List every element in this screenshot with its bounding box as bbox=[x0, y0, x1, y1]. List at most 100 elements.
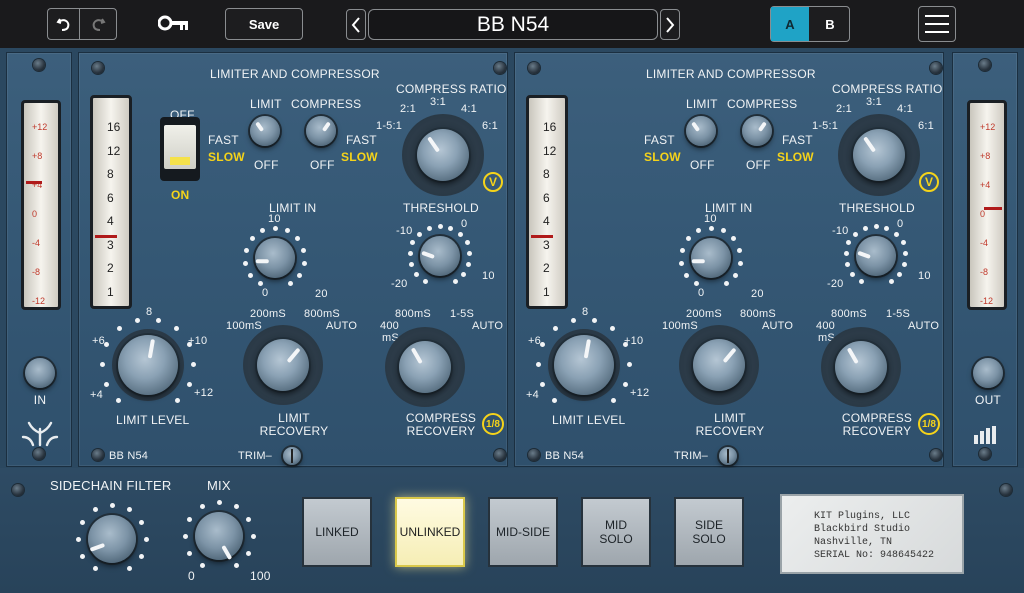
channel_right-compress-ratio-knob[interactable] bbox=[853, 129, 905, 181]
threshold-dot bbox=[457, 231, 463, 237]
screw-icon bbox=[528, 449, 540, 461]
fast-label: FAST bbox=[208, 133, 239, 147]
limit-in-tick: 10 bbox=[268, 213, 281, 225]
channel_right-compress-recovery-knob[interactable] bbox=[835, 341, 887, 393]
channel_left-compress-recovery-knob[interactable] bbox=[399, 341, 451, 393]
threshold-tick: 0 bbox=[897, 218, 904, 230]
input-meter-needle bbox=[26, 181, 42, 184]
channel_left-compress-ratio-knob[interactable] bbox=[417, 129, 469, 181]
ratio-tick: 6:1 bbox=[482, 120, 498, 132]
mode-linked-button[interactable]: LINKED bbox=[302, 497, 372, 567]
channel_right-limit-attack-knob[interactable] bbox=[686, 116, 716, 146]
limit-level-label: LIMIT LEVEL bbox=[552, 413, 626, 427]
screw-icon bbox=[92, 62, 104, 74]
channel_left-compress-attack-knob[interactable] bbox=[306, 116, 336, 146]
compress-recovery-tick: 1-5S bbox=[450, 308, 475, 320]
threshold-dot bbox=[893, 231, 899, 237]
key-icon[interactable] bbox=[157, 15, 190, 36]
mode-unlinked-button[interactable]: UNLINKED bbox=[395, 497, 465, 567]
channel_right-trim-knob[interactable] bbox=[719, 447, 737, 465]
knob-scale-dot bbox=[138, 553, 144, 559]
menu-button[interactable] bbox=[918, 6, 956, 42]
limit-level-dot bbox=[103, 381, 109, 387]
compress-recovery-tick: 400 bbox=[380, 320, 399, 332]
limit-level-label: LIMIT LEVEL bbox=[116, 413, 190, 427]
slow-label: SLOW bbox=[777, 150, 814, 164]
fraction-badge: 1/8 bbox=[918, 413, 940, 435]
limit-recovery-tick: 100mS bbox=[662, 320, 698, 332]
limit-level-tick: +6 bbox=[528, 335, 541, 347]
v-badge: V bbox=[483, 172, 503, 192]
mix-knob[interactable] bbox=[195, 512, 243, 560]
ratio-tick: 1-5:1 bbox=[376, 120, 403, 132]
output-vu-meter: +12 +8 +4 0 -4 -8 -12 bbox=[967, 100, 1007, 310]
limit-in-dot bbox=[249, 236, 255, 242]
output-gain-knob[interactable] bbox=[973, 358, 1003, 388]
screw-icon bbox=[930, 62, 942, 74]
fraction-badge: 1/8 bbox=[482, 413, 504, 435]
prev-preset-button[interactable] bbox=[346, 9, 366, 40]
redo-button[interactable] bbox=[79, 8, 117, 40]
next-preset-button[interactable] bbox=[660, 9, 680, 40]
a-button[interactable]: A bbox=[771, 7, 809, 41]
knob-scale-dot bbox=[245, 550, 251, 556]
threshold-tick: -20 bbox=[391, 278, 408, 290]
channel_right-threshold-knob[interactable] bbox=[856, 236, 896, 276]
limit-in-dot bbox=[685, 236, 691, 242]
threshold-dot bbox=[407, 251, 413, 257]
ratio-tick: 2:1 bbox=[836, 103, 852, 115]
trim-label: TRIM– bbox=[238, 450, 272, 462]
b-button[interactable]: B bbox=[811, 7, 849, 41]
fast-label: FAST bbox=[644, 133, 675, 147]
knob-scale-dot bbox=[187, 550, 193, 556]
limit-level-dot bbox=[539, 381, 545, 387]
mix-label: MIX bbox=[207, 478, 231, 493]
undo-icon bbox=[55, 18, 69, 31]
channel_left-limit-in-knob[interactable] bbox=[255, 238, 295, 278]
compress-recovery-label: COMPRESS RECOVERY bbox=[841, 411, 913, 438]
preset-name-display[interactable]: BB N54 bbox=[368, 9, 658, 40]
mode-mid-side-button[interactable]: MID-SIDE bbox=[488, 497, 558, 567]
save-button[interactable]: Save bbox=[225, 8, 303, 40]
channel_left-trim-knob[interactable] bbox=[283, 447, 301, 465]
channel_left-limit-attack-knob[interactable] bbox=[250, 116, 280, 146]
limit-recovery-tick: 800mS bbox=[304, 308, 340, 320]
screw-icon bbox=[979, 59, 991, 71]
sidechain-filter-knob[interactable] bbox=[88, 515, 136, 563]
channel_left-limit-level-knob[interactable] bbox=[118, 335, 178, 395]
screw-icon bbox=[494, 449, 506, 461]
model-label: BB N54 bbox=[109, 450, 149, 462]
knob-scale-dot bbox=[182, 533, 188, 539]
off-label: OFF bbox=[310, 158, 335, 172]
serial-plate: KIT Plugins, LLC Blackbird Studio Nashvi… bbox=[780, 494, 964, 574]
toggle-on-label: ON bbox=[171, 188, 190, 202]
limit-in-tick: 20 bbox=[751, 288, 764, 300]
mode-side-solo-button[interactable]: SIDE SOLO bbox=[674, 497, 744, 567]
mode-mid-solo-button[interactable]: MID SOLO bbox=[581, 497, 651, 567]
ratio-tick: 4:1 bbox=[461, 103, 477, 115]
channel_left-limit-recovery-knob[interactable] bbox=[257, 339, 309, 391]
channel_left-power-toggle[interactable] bbox=[160, 117, 200, 181]
limit-in-dot bbox=[243, 247, 249, 253]
limit-level-tick: +12 bbox=[630, 387, 650, 399]
threshold-tick: -10 bbox=[396, 225, 413, 237]
redo-icon bbox=[92, 18, 106, 31]
output-meter-scale: +12 +8 +4 0 -4 -8 -12 bbox=[980, 122, 996, 306]
limit-in-dot bbox=[679, 247, 685, 253]
channel_left-threshold-knob[interactable] bbox=[420, 236, 460, 276]
channel_right-compress-attack-knob[interactable] bbox=[742, 116, 772, 146]
channel_right-limit-recovery-knob[interactable] bbox=[693, 339, 745, 391]
threshold-tick: 0 bbox=[461, 218, 468, 230]
compress-recovery-tick: AUTO bbox=[908, 320, 940, 332]
input-gain-knob[interactable] bbox=[25, 358, 55, 388]
knob-scale-dot bbox=[216, 499, 222, 505]
threshold-tick: 10 bbox=[918, 270, 931, 282]
undo-button[interactable] bbox=[47, 8, 79, 40]
channel_right-limit-in-knob[interactable] bbox=[691, 238, 731, 278]
channel_right-limit-level-knob[interactable] bbox=[554, 335, 614, 395]
limit-in-dot bbox=[247, 272, 253, 278]
limit-level-dot bbox=[623, 381, 629, 387]
limit-recovery-tick: AUTO bbox=[326, 320, 358, 332]
limit-in-dot bbox=[678, 260, 684, 266]
knob-scale-dot bbox=[75, 536, 81, 542]
